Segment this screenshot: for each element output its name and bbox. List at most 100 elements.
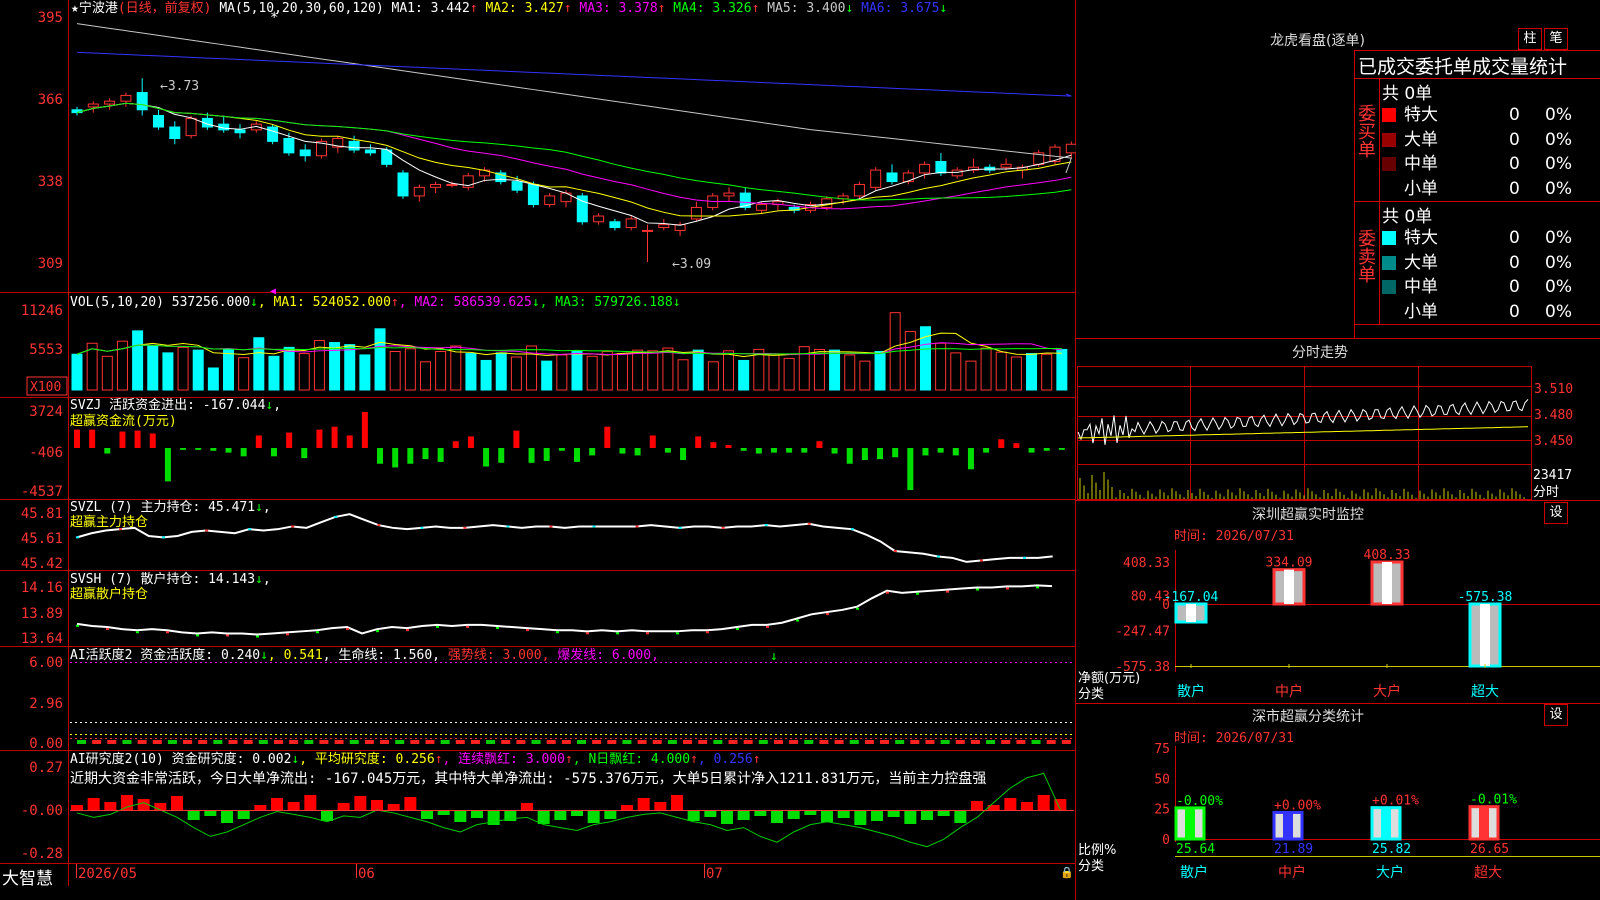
svzl-legend: SVZL (7) 主力持仓: 45.471↓, 超赢主力持仓 xyxy=(70,500,271,530)
ai2-bar xyxy=(667,740,677,744)
candle-body xyxy=(853,183,865,197)
order-percent: 0% xyxy=(1545,105,1572,125)
air-bar xyxy=(454,810,467,822)
ai2-legend-part: ↓ xyxy=(260,648,268,663)
buy-orders-label: 委买单 xyxy=(1355,104,1376,158)
brand-logo[interactable]: 大智慧 xyxy=(2,864,53,889)
svzj-bar xyxy=(680,448,687,461)
classify-chart[interactable]: 75 50 25 0 -0.00% 25.64 散户 +0.00% 21.89 中户 +0.01% 2… xyxy=(1076,742,1600,900)
vol-ma-arrow: ↓ xyxy=(672,295,681,310)
ai2-bar xyxy=(819,740,829,744)
ai2-bar xyxy=(1016,740,1026,744)
ai2-bar xyxy=(895,740,905,744)
order-count: 0 xyxy=(1509,105,1520,125)
ai2-bar xyxy=(470,740,480,744)
monitor-bar-highlight xyxy=(1480,604,1490,666)
ma60-line xyxy=(76,23,1072,174)
air-bar xyxy=(737,810,750,820)
order-percent: 0% xyxy=(1545,178,1572,199)
classify-bar-fill xyxy=(1381,807,1391,839)
ai2-bar xyxy=(849,740,859,744)
candle-body xyxy=(1065,143,1076,154)
svsh-tick xyxy=(796,619,799,622)
air-bar xyxy=(837,810,850,818)
volume-bar xyxy=(465,353,477,391)
ai2-bar xyxy=(834,740,844,744)
svzl-tick xyxy=(506,525,510,528)
monitor-settings-button[interactable]: 设 xyxy=(1544,502,1568,524)
volume-bar xyxy=(965,360,977,391)
classify-settings-button[interactable]: 设 xyxy=(1544,704,1568,726)
candle-body xyxy=(104,100,116,105)
lock-icon[interactable]: 🔒 xyxy=(1060,866,1074,879)
ai2-axis-tick: 0.00 xyxy=(29,736,63,752)
classify-title: 深市超赢分类统计 xyxy=(1252,709,1364,725)
bar-mode-button[interactable]: 柱 xyxy=(1518,28,1542,50)
price-axis-tick: 366 xyxy=(38,92,63,108)
air-bar xyxy=(687,810,700,821)
vol-ma-arrow: ↓ xyxy=(531,295,540,310)
ai2-bar xyxy=(501,740,511,744)
volume-bar xyxy=(753,348,765,391)
svzj-title: SVZJ 活跃资金进出: -167.044 xyxy=(70,398,266,413)
ai2-bar xyxy=(137,740,147,744)
ai2-legend-part: 爆发线: 6.000, xyxy=(549,648,659,663)
svsh-tick xyxy=(676,632,679,635)
stock-name[interactable]: ★宁波港 xyxy=(71,1,118,16)
volume-bar xyxy=(1041,353,1053,391)
buy-row: 特大 0 0% xyxy=(1382,103,1600,127)
svzj-bar xyxy=(195,448,202,450)
air-bar xyxy=(854,810,867,825)
order-count: 0 xyxy=(1509,252,1520,273)
vol-ma-arrow: ↑ xyxy=(390,295,399,310)
svzl-tick xyxy=(420,526,424,529)
air-bar xyxy=(671,795,683,810)
air-bar xyxy=(971,801,983,810)
svzj-bar xyxy=(240,448,247,457)
volume-bar xyxy=(692,349,704,391)
svzj-bar xyxy=(543,448,550,461)
air-legend-part: ↑ xyxy=(752,752,761,767)
svzj-bar xyxy=(801,448,808,453)
candle-body xyxy=(658,224,670,229)
svzj-bar xyxy=(104,448,111,454)
svsh-tick xyxy=(646,632,649,635)
ai2-bar xyxy=(910,740,920,744)
air-bar xyxy=(921,810,933,820)
volume-bar xyxy=(101,355,113,391)
svsh-tick xyxy=(736,628,739,631)
divider xyxy=(1076,500,1600,501)
candle-body xyxy=(120,94,132,102)
svsh-tick xyxy=(616,632,619,635)
order-type-label: 特大 xyxy=(1404,105,1438,125)
order-percent: 0% xyxy=(1545,228,1572,248)
color-swatch xyxy=(1382,304,1396,319)
air-bar xyxy=(954,810,967,823)
volume-bar xyxy=(329,342,341,391)
tick-mode-button[interactable]: 笔 xyxy=(1544,28,1568,50)
chart-mode[interactable]: (日线，前复权) xyxy=(118,1,212,16)
svsh-tick xyxy=(436,625,439,628)
svzj-bar xyxy=(770,448,777,453)
svsh-tick xyxy=(346,628,349,631)
order-count: 0 xyxy=(1509,154,1520,174)
ai2-bar xyxy=(486,740,496,744)
air-bar xyxy=(304,795,317,810)
classify-bar-fill xyxy=(1479,806,1489,839)
order-percent: 0% xyxy=(1545,301,1572,322)
svsh-title: SVSH (7) 散户持仓: 14.143 xyxy=(70,572,256,587)
volume-bar xyxy=(677,359,689,391)
intraday-chart[interactable]: 3.510 3.480 3.450 23417 分时 xyxy=(1076,362,1600,502)
svzj-bar xyxy=(149,433,156,448)
air-bar xyxy=(121,795,133,810)
candle-body xyxy=(886,172,898,183)
svsh-tick xyxy=(916,592,919,595)
date-tick xyxy=(76,864,77,878)
svzj-bar xyxy=(892,448,899,458)
volume-bar xyxy=(207,367,219,391)
candle-body xyxy=(185,117,197,137)
order-percent: 0% xyxy=(1545,129,1572,150)
svzj-bar xyxy=(998,439,1005,448)
monitor-chart[interactable]: 408.3380.430-247.47-575.38-167.04散户334.0… xyxy=(1076,540,1600,702)
intraday-axis-tick: 3.450 xyxy=(1534,434,1573,449)
